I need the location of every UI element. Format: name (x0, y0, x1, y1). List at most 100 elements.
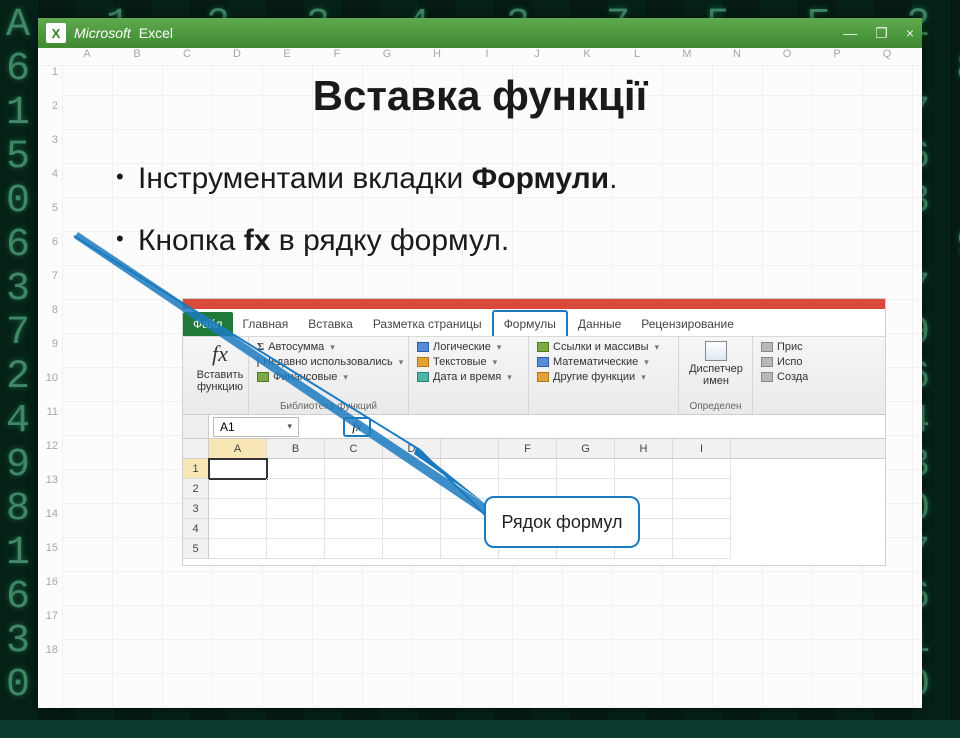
row-header[interactable]: 4 (183, 519, 209, 539)
window-maximize-icon[interactable]: ❐ (875, 25, 888, 42)
col-header[interactable]: F (499, 439, 557, 458)
col-header[interactable]: G (557, 439, 615, 458)
cell[interactable] (673, 519, 731, 539)
name-manager-button[interactable]: Диспетчер имен (687, 341, 745, 387)
tab-data[interactable]: Данные (568, 312, 631, 336)
logical-button[interactable]: Логические▾ (417, 341, 520, 353)
col-header[interactable]: D (383, 439, 441, 458)
book-icon (257, 372, 269, 382)
col-header[interactable] (441, 439, 499, 458)
cell[interactable] (499, 459, 557, 479)
cell[interactable] (383, 499, 441, 519)
cell[interactable] (325, 519, 383, 539)
cell[interactable] (267, 459, 325, 479)
cell[interactable] (325, 479, 383, 499)
text-button[interactable]: Текстовые▾ (417, 356, 520, 368)
tab-insert[interactable]: Вставка (298, 312, 363, 336)
col-header[interactable]: C (325, 439, 383, 458)
row-header[interactable]: 2 (183, 479, 209, 499)
tab-review[interactable]: Рецензирование (631, 312, 744, 336)
row-header[interactable]: 5 (183, 539, 209, 559)
fx-small-icon (761, 357, 773, 367)
tab-formulas[interactable]: Формулы (492, 310, 568, 336)
cell[interactable] (209, 479, 267, 499)
window-close-icon[interactable]: × (906, 25, 914, 42)
window-minimize-icon[interactable]: — (843, 25, 857, 42)
use-in-formula-button[interactable]: Испо (761, 356, 877, 368)
insert-function-button[interactable]: fx Вставить функцию (191, 341, 249, 393)
cell[interactable] (267, 519, 325, 539)
cell[interactable] (383, 459, 441, 479)
cell[interactable] (267, 479, 325, 499)
cell[interactable] (383, 539, 441, 559)
more-functions-button[interactable]: Другие функции▾ (537, 371, 670, 383)
col-header[interactable]: I (673, 439, 731, 458)
ribbon: fx Вставить функцию ΣАвтосумма▾ Недавно … (183, 337, 885, 415)
row-header[interactable]: 1 (183, 459, 209, 479)
chevron-down-icon: ▾ (287, 421, 292, 432)
fx-button[interactable]: fx (343, 417, 371, 437)
group-label-library: Библиотека функций (249, 401, 408, 412)
col-header[interactable]: H (615, 439, 673, 458)
callout-formula-bar: Рядок формул (484, 496, 640, 548)
cell[interactable] (383, 519, 441, 539)
cell[interactable] (325, 459, 383, 479)
book-icon (417, 372, 429, 382)
lookup-button[interactable]: Ссылки и массивы▾ (537, 341, 670, 353)
cell[interactable] (209, 459, 267, 479)
cell[interactable] (325, 539, 383, 559)
grid-icon (761, 372, 773, 382)
book-icon (537, 357, 549, 367)
fx-icon: fx (212, 341, 228, 367)
quick-access-bar (183, 299, 885, 309)
row-header[interactable]: 3 (183, 499, 209, 519)
name-manager-icon (705, 341, 727, 361)
ghost-row-headers: 123456789101112131415161718 (38, 66, 62, 708)
cell[interactable] (557, 459, 615, 479)
name-box[interactable]: A1 ▾ (213, 417, 299, 437)
bullet-list: Інструментами вкладки Формули. Кнопка fx… (116, 162, 882, 286)
cell[interactable] (209, 499, 267, 519)
select-all-corner[interactable] (183, 439, 209, 458)
cell[interactable] (673, 459, 731, 479)
titlebar-app: Excel (139, 25, 173, 41)
cell[interactable] (673, 539, 731, 559)
col-header[interactable]: B (267, 439, 325, 458)
tab-file[interactable]: Файл (183, 312, 233, 336)
tag-icon (761, 342, 773, 352)
cell[interactable] (209, 539, 267, 559)
recent-functions-button[interactable]: Недавно использовались▾ (257, 356, 400, 368)
col-header[interactable]: A (209, 439, 267, 458)
assign-name-button[interactable]: Прис (761, 341, 877, 353)
cell[interactable] (209, 519, 267, 539)
slide: X Microsoft Excel — ❐ × ABCDEFGHIJKLMNOP… (38, 18, 922, 708)
bullet-1: Інструментами вкладки Формули. (116, 162, 882, 196)
book-icon (417, 342, 429, 352)
datetime-button[interactable]: Дата и время▾ (417, 371, 520, 383)
cell[interactable] (383, 479, 441, 499)
cell[interactable] (673, 479, 731, 499)
book-icon (537, 372, 549, 382)
group-label-defined: Определен (679, 401, 752, 412)
excel-logo-icon: X (46, 23, 66, 43)
cell[interactable] (267, 499, 325, 519)
titlebar-product: Microsoft (74, 25, 131, 41)
cell[interactable] (267, 539, 325, 559)
formula-bar-row: A1 ▾ fx (183, 415, 885, 439)
ghost-column-headers: ABCDEFGHIJKLMNOPQ (38, 48, 922, 66)
cell[interactable] (615, 459, 673, 479)
tab-home[interactable]: Главная (233, 312, 299, 336)
autosum-button[interactable]: ΣАвтосумма▾ (257, 341, 400, 353)
book-icon (417, 357, 429, 367)
excel-titlebar: X Microsoft Excel — ❐ × (38, 18, 922, 48)
bullet-2: Кнопка fx в рядку формул. (116, 224, 882, 258)
book-icon (537, 342, 549, 352)
cell[interactable] (441, 459, 499, 479)
create-from-selection-button[interactable]: Созда (761, 371, 877, 383)
cell[interactable] (673, 499, 731, 519)
financial-button[interactable]: Финансовые▾ (257, 371, 400, 383)
cell[interactable] (325, 499, 383, 519)
math-button[interactable]: Математические▾ (537, 356, 670, 368)
ribbon-tabs: Файл Главная Вставка Разметка страницы Ф… (183, 309, 885, 337)
tab-page-layout[interactable]: Разметка страницы (363, 312, 492, 336)
